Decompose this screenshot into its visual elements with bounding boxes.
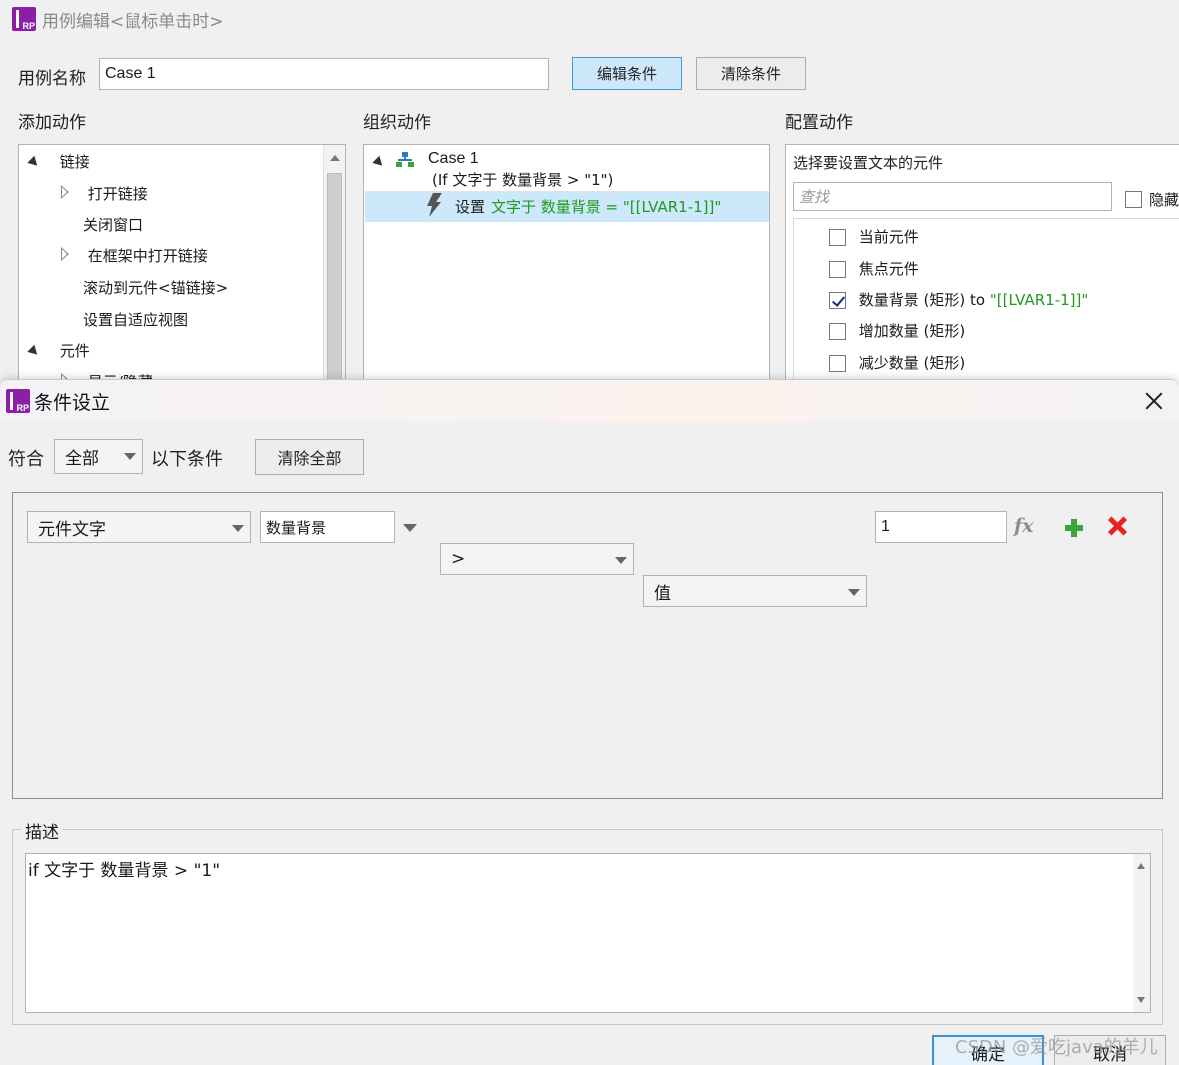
tree-item-set-adaptive-view[interactable]: 设置自适应视图 — [83, 309, 188, 330]
operator-value: > — [451, 549, 466, 569]
configure-heading: 选择要设置文本的元件 — [793, 154, 944, 172]
scroll-down-icon[interactable] — [1137, 997, 1145, 1003]
axure-rp-logo-icon — [12, 7, 36, 31]
ok-button[interactable]: 确定 — [932, 1035, 1044, 1065]
configure-action-header: 配置动作 — [785, 113, 853, 133]
tree-item-close-window[interactable]: 关闭窗口 — [83, 214, 143, 235]
description-legend: 描述 — [21, 818, 63, 843]
case-name-input[interactable]: Case 1 — [99, 58, 549, 90]
delete-condition-icon[interactable] — [1109, 517, 1127, 535]
value-type-value: 值 — [654, 583, 671, 604]
dialog-title-bar: 条件设立 — [0, 380, 1179, 422]
close-icon[interactable] — [1141, 388, 1167, 414]
chevron-down-icon — [232, 525, 244, 532]
chevron-down-icon — [615, 557, 627, 564]
widget-item-current[interactable]: 当前元件 — [829, 226, 919, 247]
expanded-arrow-icon — [27, 155, 41, 170]
collapsed-arrow-icon — [61, 185, 69, 199]
condition-value-input[interactable]: 1 — [875, 511, 1007, 543]
organize-action-header: 组织动作 — [363, 113, 431, 133]
widget-checkbox[interactable] — [829, 229, 846, 246]
fx-icon[interactable]: fx — [1014, 515, 1034, 537]
editor-title-bar: 用例编辑<鼠标单击时> — [0, 0, 1179, 38]
hide-label: 隐藏 — [1149, 191, 1179, 209]
chevron-down-icon — [848, 589, 860, 596]
collapsed-arrow-icon — [61, 247, 69, 261]
widget-checkbox-checked[interactable] — [829, 292, 846, 309]
tree-group-widget[interactable]: 元件 — [27, 340, 90, 361]
scroll-thumb[interactable] — [327, 173, 342, 385]
widget-list: 当前元件 焦点元件 数量背景 (矩形) to "[[LVAR1-1]]" 增加数… — [793, 218, 1179, 385]
action-detail: 文字于 数量背景 = "[[LVAR1-1]]" — [491, 198, 722, 216]
scroll-up-icon[interactable] — [330, 155, 340, 161]
scroll-up-icon[interactable] — [1137, 863, 1145, 869]
condition-type-value: 元件文字 — [38, 519, 106, 540]
tree-item-open-link[interactable]: 打开链接 — [61, 183, 148, 204]
expanded-arrow-icon — [372, 155, 386, 170]
clear-all-button[interactable]: 清除全部 — [255, 439, 364, 475]
description-group: 描述 if 文字于 数量背景 > "1" — [12, 818, 1163, 1025]
expanded-arrow-icon — [27, 344, 41, 359]
hide-checkbox[interactable] — [1125, 191, 1142, 208]
match-select[interactable]: 全部 — [54, 439, 143, 474]
edit-condition-button[interactable]: 编辑条件 — [572, 57, 682, 90]
widget-checkbox[interactable] — [829, 355, 846, 372]
add-action-header: 添加动作 — [18, 113, 86, 133]
organize-action-panel: Case 1 (If 文字于 数量背景 > "1") 设置 文字于 数量背景 =… — [363, 144, 770, 385]
widget-dropdown-icon[interactable] — [403, 524, 417, 532]
case-editor-window: 用例编辑<鼠标单击时> 用例名称 Case 1 编辑条件 清除条件 添加动作 组… — [0, 0, 1179, 385]
action-prefix: 设置 — [455, 198, 486, 216]
condition-dialog: 条件设立 符合 全部 以下条件 清除全部 元件文字 数量背景 > 值 1 fx … — [0, 379, 1179, 1065]
widget-item-decrease[interactable]: 减少数量 (矩形) — [829, 352, 965, 373]
chevron-down-icon — [124, 453, 136, 460]
configure-action-panel: 选择要设置文本的元件 查找 隐藏 当前元件 焦点元件 数量背景 (矩形) to … — [785, 144, 1179, 385]
widget-item-focus[interactable]: 焦点元件 — [829, 258, 919, 279]
condition-list-area: 元件文字 数量背景 > 值 1 fx — [12, 492, 1163, 799]
cancel-button[interactable]: 取消 — [1054, 1035, 1166, 1065]
condition-type-select[interactable]: 元件文字 — [27, 511, 251, 543]
condition-widget-field[interactable]: 数量背景 — [260, 511, 395, 543]
widget-value-text: "[[LVAR1-1]]" — [989, 291, 1089, 309]
tree-group-link[interactable]: 链接 — [27, 151, 90, 172]
add-condition-icon[interactable] — [1065, 519, 1083, 537]
description-text: if 文字于 数量背景 > "1" — [28, 861, 221, 881]
tree-scrollbar[interactable] — [323, 145, 345, 385]
widget-checkbox[interactable] — [829, 261, 846, 278]
description-scrollbar[interactable] — [1133, 854, 1150, 1012]
lightning-icon — [427, 193, 442, 217]
description-textarea[interactable]: if 文字于 数量背景 > "1" — [25, 853, 1151, 1013]
case-node[interactable] — [372, 153, 386, 171]
match-label: 符合 — [8, 449, 44, 470]
tree-item-scroll-to-widget[interactable]: 滚动到元件<锚链接> — [83, 277, 228, 298]
case-name-label: 用例名称 — [18, 69, 86, 89]
following-conditions-label: 以下条件 — [151, 449, 223, 470]
operator-select[interactable]: > — [440, 543, 634, 575]
dialog-title: 条件设立 — [34, 391, 111, 414]
axure-rp-logo-icon — [6, 389, 30, 413]
widget-checkbox[interactable] — [829, 323, 846, 340]
editor-title: 用例编辑<鼠标单击时> — [42, 11, 224, 32]
widget-item-increase[interactable]: 增加数量 (矩形) — [829, 320, 965, 341]
value-type-select[interactable]: 值 — [643, 575, 867, 607]
case-title: Case 1 — [428, 150, 479, 167]
add-action-tree: 链接 打开链接 关闭窗口 在框架中打开链接 滚动到元件<锚链接> 设置自适应视图… — [18, 144, 346, 385]
clear-condition-button[interactable]: 清除条件 — [696, 57, 806, 90]
widget-item-quantity-bg[interactable]: 数量背景 (矩形) to "[[LVAR1-1]]" — [829, 289, 1088, 310]
tree-item-open-in-frame[interactable]: 在框架中打开链接 — [61, 245, 208, 266]
case-condition-text: (If 文字于 数量背景 > "1") — [432, 171, 614, 189]
widget-search-input[interactable]: 查找 — [793, 182, 1112, 211]
match-select-value: 全部 — [65, 449, 99, 469]
case-tree-icon — [396, 152, 414, 167]
